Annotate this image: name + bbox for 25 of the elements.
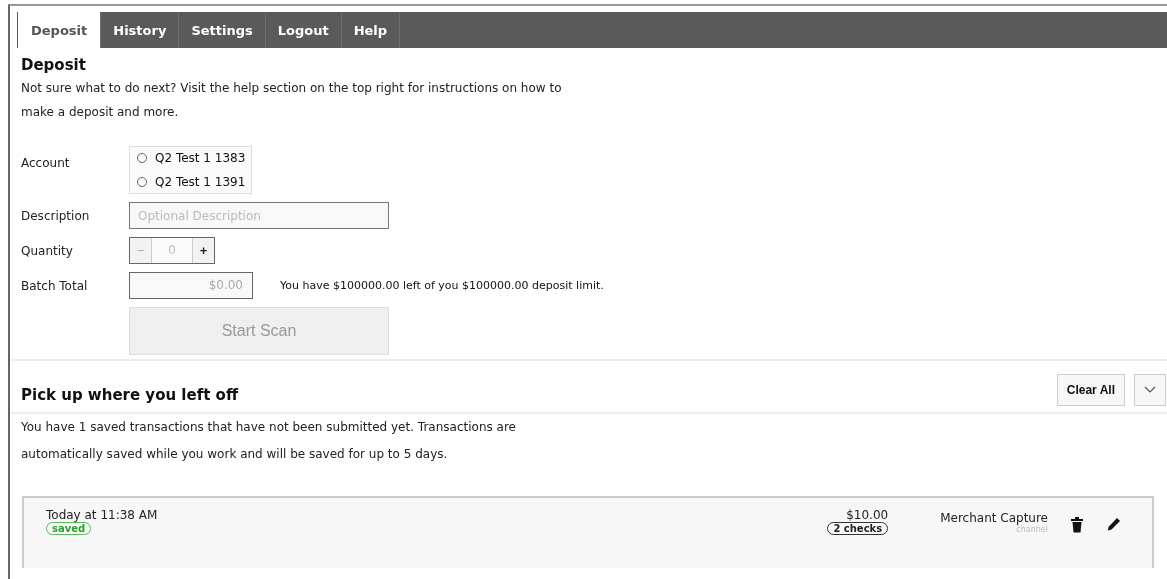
nav-tab[interactable]: History	[101, 13, 180, 48]
intro-text: You have 1 saved transactions that have not been submitted yet. Transactions are automatically saved while you work and will be saved for up to 5 days.	[21, 419, 517, 463]
section-title: Pick up where you left off	[21, 386, 239, 404]
field-label: Account	[21, 156, 71, 170]
nav-tab[interactable]: Deposit	[18, 12, 102, 48]
increment-button[interactable]: +	[193, 238, 214, 263]
nav-tab[interactable]: Settings	[179, 13, 266, 48]
field-label: Description	[21, 208, 91, 223]
trash-icon[interactable]	[1070, 516, 1084, 533]
account-radio[interactable]: Q2 Test 1 1383	[137, 151, 246, 165]
nav-tab[interactable]: Logout	[265, 13, 342, 48]
account-radio[interactable]: Q2 Test 1 1391	[137, 175, 246, 189]
pencil-icon[interactable]	[1106, 516, 1122, 532]
field-label: Quantity	[21, 243, 74, 258]
channel-name: Merchant Capture	[940, 511, 1048, 525]
field-label: Batch Total	[21, 278, 89, 293]
nav-tab[interactable]: Help	[341, 13, 401, 48]
clear-all-button[interactable]: Clear All	[1056, 374, 1125, 406]
section-title: Deposit	[21, 56, 87, 74]
description-field[interactable]: Optional Description	[129, 202, 389, 229]
intro-text: Not sure what to do next? Visit the help section on the top right for instructions on how to make a deposit and more.	[21, 80, 563, 121]
transaction-time: Today at 11:38 AM	[46, 508, 158, 522]
chevron-down-icon	[1144, 386, 1156, 394]
limit-note: You have $100000.00 left of you $100000.00 deposit limit.	[280, 279, 604, 292]
transaction-amount: $10.00	[846, 508, 889, 522]
